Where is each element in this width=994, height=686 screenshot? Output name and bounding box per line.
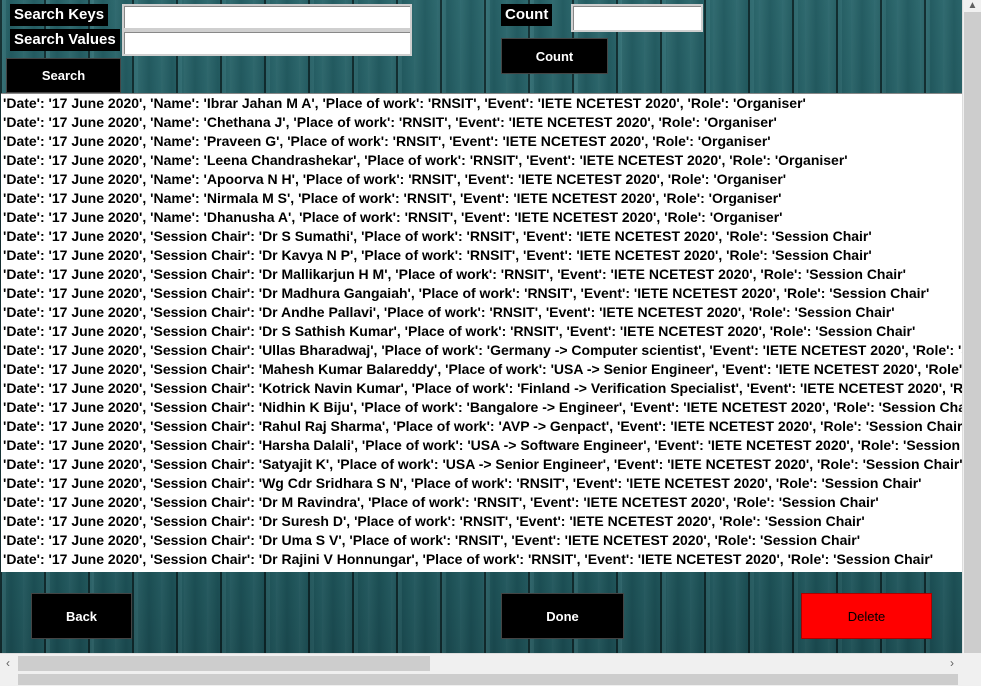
list-item[interactable]: 'Date': '17 June 2020', 'Session Chair':… xyxy=(1,227,962,246)
list-item[interactable]: 'Date': '17 June 2020', 'Session Chair':… xyxy=(1,398,962,417)
count-button[interactable]: Count xyxy=(501,38,608,74)
window-horizontal-scroll-thumb[interactable] xyxy=(18,674,958,685)
list-item[interactable]: 'Date': '17 June 2020', 'Name': 'Ibrar J… xyxy=(1,94,962,113)
list-item[interactable]: 'Date': '17 June 2020', 'Name': 'Nirmala… xyxy=(1,189,962,208)
list-item[interactable]: 'Date': '17 June 2020', 'Session Chair':… xyxy=(1,284,962,303)
search-keys-input[interactable] xyxy=(122,4,412,30)
list-item[interactable]: 'Date': '17 June 2020', 'Name': 'Praveen… xyxy=(1,132,962,151)
horizontal-scrollbar[interactable]: ‹ › xyxy=(0,653,962,673)
list-item[interactable]: 'Date': '17 June 2020', 'Session Chair':… xyxy=(1,493,962,512)
list-item[interactable]: 'Date': '17 June 2020', 'Session Chair':… xyxy=(1,474,962,493)
results-list[interactable]: 'Date': '17 June 2020', 'Name': 'Ibrar J… xyxy=(1,93,962,572)
vertical-scroll-thumb[interactable] xyxy=(964,12,981,658)
chevron-left-icon[interactable]: ‹ xyxy=(0,654,16,673)
list-item[interactable]: 'Date': '17 June 2020', 'Name': 'Chethan… xyxy=(1,113,962,132)
back-button[interactable]: Back xyxy=(31,593,132,639)
list-item[interactable]: 'Date': '17 June 2020', 'Session Chair':… xyxy=(1,531,962,550)
chevron-right-icon[interactable]: › xyxy=(944,654,960,673)
horizontal-scroll-thumb[interactable] xyxy=(18,656,430,671)
search-values-input[interactable] xyxy=(122,30,412,56)
list-item[interactable]: 'Date': '17 June 2020', 'Session Chair':… xyxy=(1,322,962,341)
count-field[interactable] xyxy=(571,4,703,32)
list-item[interactable]: 'Date': '17 June 2020', 'Session Chair':… xyxy=(1,360,962,379)
chevron-up-icon[interactable]: ▲ xyxy=(963,0,982,12)
list-item[interactable]: 'Date': '17 June 2020', 'Session Chair':… xyxy=(1,246,962,265)
list-item[interactable]: 'Date': '17 June 2020', 'Name': 'Apoorva… xyxy=(1,170,962,189)
window-horizontal-scrollbar[interactable] xyxy=(0,672,962,686)
count-label: Count xyxy=(501,4,553,26)
window-edge xyxy=(981,0,994,686)
list-item[interactable]: 'Date': '17 June 2020', 'Session Chair':… xyxy=(1,512,962,531)
list-item[interactable]: 'Date': '17 June 2020', 'Name': 'Dhanush… xyxy=(1,208,962,227)
list-item[interactable]: 'Date': '17 June 2020', 'Session Chair':… xyxy=(1,303,962,322)
list-item[interactable]: 'Date': '17 June 2020', 'Session Chair':… xyxy=(1,379,962,398)
search-keys-label: Search Keys xyxy=(10,4,109,26)
search-button[interactable]: Search xyxy=(6,58,121,93)
delete-button[interactable]: Delete xyxy=(801,593,932,639)
list-item[interactable]: 'Date': '17 June 2020', 'Session Chair':… xyxy=(1,550,962,569)
list-item[interactable]: 'Date': '17 June 2020', 'Session Chair':… xyxy=(1,455,962,474)
search-values-label: Search Values xyxy=(10,29,120,51)
vertical-scrollbar[interactable]: ▲ ˅ xyxy=(962,0,982,686)
list-item[interactable]: 'Date': '17 June 2020', 'Session Chair':… xyxy=(1,436,962,455)
list-item[interactable]: 'Date': '17 June 2020', 'Session Chair':… xyxy=(1,265,962,284)
done-button[interactable]: Done xyxy=(501,593,624,639)
list-item[interactable]: 'Date': '17 June 2020', 'Session Chair':… xyxy=(1,341,962,360)
list-item[interactable]: 'Date': '17 June 2020', 'Session Chair':… xyxy=(1,417,962,436)
list-item[interactable]: 'Date': '17 June 2020', 'Name': 'Leena C… xyxy=(1,151,962,170)
